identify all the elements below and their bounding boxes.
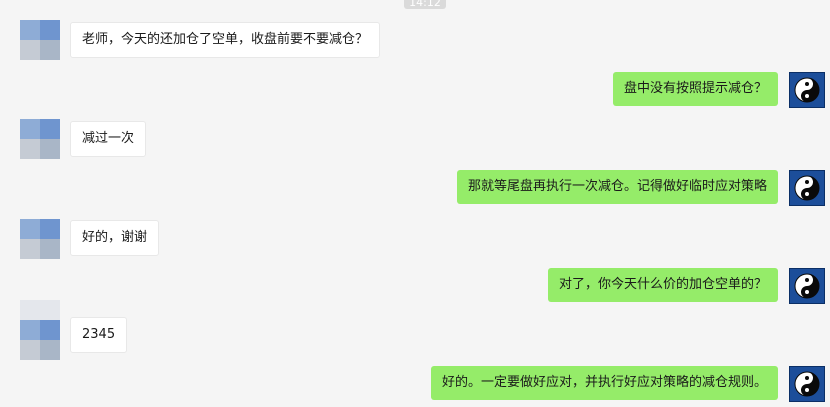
sender-avatar[interactable] — [789, 366, 825, 402]
contact-avatar[interactable] — [20, 300, 60, 360]
sent-message-bubble[interactable]: 好的。一定要做好应对，并执行好应对策略的减仓规则。 — [430, 366, 778, 400]
sent-message-bubble[interactable]: 对了，你今天什么价的加仓空单的？ — [547, 268, 778, 302]
contact-avatar[interactable] — [20, 20, 60, 60]
sender-avatar[interactable] — [789, 170, 825, 206]
contact-avatar[interactable] — [20, 119, 60, 159]
received-message-bubble[interactable]: 老师，今天的还加仓了空单，收盘前要不要减仓？ — [70, 22, 381, 58]
sent-message-bubble[interactable]: 盘中没有按照提示减仓？ — [612, 72, 778, 106]
received-message-bubble[interactable]: 减过一次 — [70, 121, 147, 157]
sent-message-bubble[interactable]: 那就等尾盘再执行一次减仓。记得做好临时应对策略 — [456, 170, 778, 204]
sender-avatar[interactable] — [789, 268, 825, 304]
received-message-bubble[interactable]: 2345 — [70, 317, 128, 353]
yin-yang-icon — [794, 77, 820, 103]
chat-window: 14:12 老师，今天的还加仓了空单，收盘前要不要减仓？ 盘中没有按照提示减仓？… — [0, 0, 830, 407]
yin-yang-icon — [794, 273, 820, 299]
yin-yang-icon — [794, 175, 820, 201]
yin-yang-icon — [794, 371, 820, 397]
contact-avatar[interactable] — [20, 219, 60, 259]
message-timestamp: 14:12 — [404, 0, 446, 9]
received-message-bubble[interactable]: 好的，谢谢 — [70, 220, 160, 256]
sender-avatar[interactable] — [789, 72, 825, 108]
